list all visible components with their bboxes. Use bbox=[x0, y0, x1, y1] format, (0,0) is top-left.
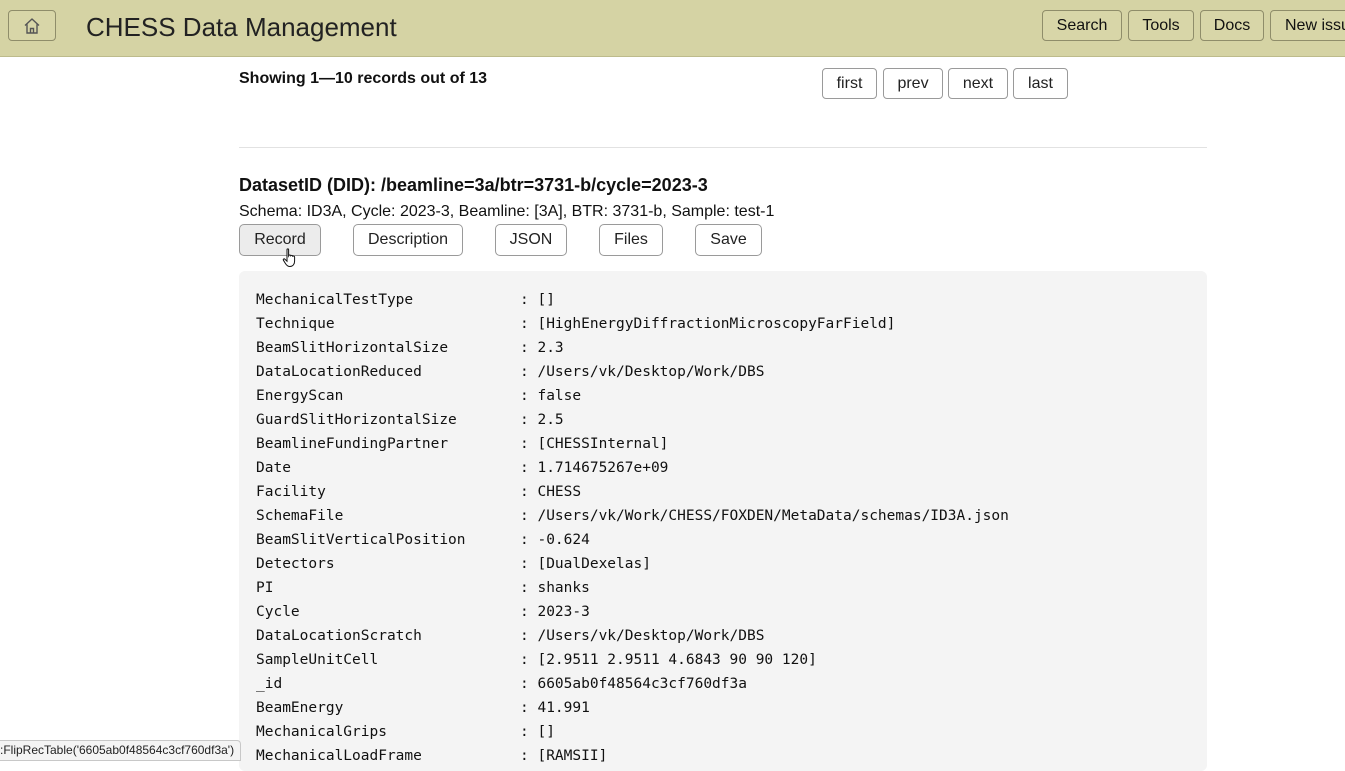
record-value: : /Users/vk/Desktop/Work/DBS bbox=[520, 628, 765, 644]
record-key: DataLocationReduced bbox=[256, 364, 422, 380]
record-value: : -0.624 bbox=[520, 532, 590, 548]
record-row: Date : 1.714675267e+09 bbox=[256, 456, 1009, 480]
record-value: : 1.714675267e+09 bbox=[520, 460, 669, 476]
record-key: GuardSlitHorizontalSize bbox=[256, 412, 457, 428]
record-value: : 41.991 bbox=[520, 700, 590, 716]
record-key: BeamEnergy bbox=[256, 700, 344, 716]
record-key: Detectors bbox=[256, 556, 335, 572]
record-row: Facility : CHESS bbox=[256, 480, 1009, 504]
pointer-cursor-icon bbox=[282, 248, 296, 268]
record-value: : 2.3 bbox=[520, 340, 564, 356]
record-row: EnergyScan : false bbox=[256, 384, 1009, 408]
dataset-id-heading: DatasetID (DID): /beamline=3a/btr=3731-b… bbox=[239, 175, 708, 195]
search-button[interactable]: Search bbox=[1042, 10, 1122, 41]
new-issue-button[interactable]: New issue bbox=[1270, 10, 1345, 41]
record-row: DataLocationScratch : /Users/vk/Desktop/W… bbox=[256, 624, 1009, 648]
description-button[interactable]: Description bbox=[353, 224, 463, 256]
first-page-button[interactable]: first bbox=[822, 68, 877, 99]
home-icon bbox=[24, 17, 40, 34]
record-value: : 2.5 bbox=[520, 412, 564, 428]
record-row: BeamSlitVerticalPosition : -0.624 bbox=[256, 528, 1009, 552]
prev-page-button[interactable]: prev bbox=[883, 68, 943, 99]
dataset-meta: Schema: ID3A, Cycle: 2023-3, Beamline: [… bbox=[239, 203, 775, 220]
divider bbox=[239, 147, 1207, 148]
save-button[interactable]: Save bbox=[695, 224, 762, 256]
record-value: : /Users/vk/Desktop/Work/DBS bbox=[520, 364, 765, 380]
records-count: Showing 1—10 records out of 13 bbox=[239, 70, 488, 87]
record-value: : false bbox=[520, 388, 582, 404]
record-key: Cycle bbox=[256, 604, 300, 620]
record-row: BeamlineFundingPartner : [CHESSInternal] bbox=[256, 432, 1009, 456]
record-row: SampleUnitCell : [2.9511 2.9511 4.6843 90… bbox=[256, 648, 1009, 672]
record-key: PI bbox=[256, 580, 274, 596]
record-key: SchemaFile bbox=[256, 508, 344, 524]
record-row: BeamSlitHorizontalSize : 2.3 bbox=[256, 336, 1009, 360]
next-page-button[interactable]: next bbox=[948, 68, 1008, 99]
record-value: : [] bbox=[520, 724, 555, 740]
record-key: _id bbox=[256, 676, 283, 692]
record-key: Date bbox=[256, 460, 291, 476]
record-key: BeamSlitHorizontalSize bbox=[256, 340, 449, 356]
record-row: DataLocationReduced : /Users/vk/Desktop/W… bbox=[256, 360, 1009, 384]
top-bar: CHESS Data Management Search Tools Docs … bbox=[0, 0, 1345, 57]
record-key: DataLocationScratch bbox=[256, 628, 422, 644]
record-row: MechanicalTestType : [] bbox=[256, 288, 1009, 312]
record-key: BeamlineFundingPartner bbox=[256, 436, 449, 452]
record-key: Facility bbox=[256, 484, 326, 500]
record-row: _id : 6605ab0f48564c3cf760df3a bbox=[256, 672, 1009, 696]
record-key: BeamSlitVerticalPosition bbox=[256, 532, 466, 548]
tools-button[interactable]: Tools bbox=[1128, 10, 1194, 41]
record-value: : [HighEnergyDiffractionMicroscopyFarFie… bbox=[520, 316, 896, 332]
record-row: Technique : [HighEnergyDiffractionMicrosc… bbox=[256, 312, 1009, 336]
record-value: : /Users/vk/Work/CHESS/FOXDEN/MetaData/s… bbox=[520, 508, 1009, 524]
record-rows: MechanicalTestType : [] Technique : [HighE… bbox=[256, 288, 1009, 768]
record-button[interactable]: Record bbox=[239, 224, 321, 256]
record-value: : [] bbox=[520, 292, 555, 308]
record-value: : 6605ab0f48564c3cf760df3a bbox=[520, 676, 747, 692]
record-value: : 2023-3 bbox=[520, 604, 590, 620]
record-value: : [RAMSII] bbox=[520, 748, 608, 764]
record-value: : shanks bbox=[520, 580, 590, 596]
record-table: MechanicalTestType : [] Technique : [HighE… bbox=[239, 271, 1207, 771]
record-value: : [DualDexelas] bbox=[520, 556, 651, 572]
record-row: BeamEnergy : 41.991 bbox=[256, 696, 1009, 720]
record-key: MechanicalGrips bbox=[256, 724, 387, 740]
record-row: MechanicalLoadFrame : [RAMSII] bbox=[256, 744, 1009, 768]
files-button[interactable]: Files bbox=[599, 224, 663, 256]
record-row: SchemaFile : /Users/vk/Work/CHESS/FOXDEN/… bbox=[256, 504, 1009, 528]
record-key: EnergyScan bbox=[256, 388, 344, 404]
record-row: Cycle : 2023-3 bbox=[256, 600, 1009, 624]
record-row: GuardSlitHorizontalSize : 2.5 bbox=[256, 408, 1009, 432]
record-row: PI : shanks bbox=[256, 576, 1009, 600]
record-value: : [2.9511 2.9511 4.6843 90 90 120] bbox=[520, 652, 817, 668]
record-key: SampleUnitCell bbox=[256, 652, 379, 668]
record-value: : CHESS bbox=[520, 484, 582, 500]
record-key: Technique bbox=[256, 316, 335, 332]
record-value: : [CHESSInternal] bbox=[520, 436, 669, 452]
record-row: MechanicalGrips : [] bbox=[256, 720, 1009, 744]
home-button[interactable] bbox=[8, 10, 56, 41]
json-button[interactable]: JSON bbox=[495, 224, 567, 256]
last-page-button[interactable]: last bbox=[1013, 68, 1068, 99]
record-row: Detectors : [DualDexelas] bbox=[256, 552, 1009, 576]
status-bar-url: :FlipRecTable('6605ab0f48564c3cf760df3a'… bbox=[0, 740, 242, 761]
record-key: MechanicalLoadFrame bbox=[256, 748, 422, 764]
record-key: MechanicalTestType bbox=[256, 292, 414, 308]
docs-button[interactable]: Docs bbox=[1200, 10, 1264, 41]
app-title: CHESS Data Management bbox=[86, 12, 397, 42]
